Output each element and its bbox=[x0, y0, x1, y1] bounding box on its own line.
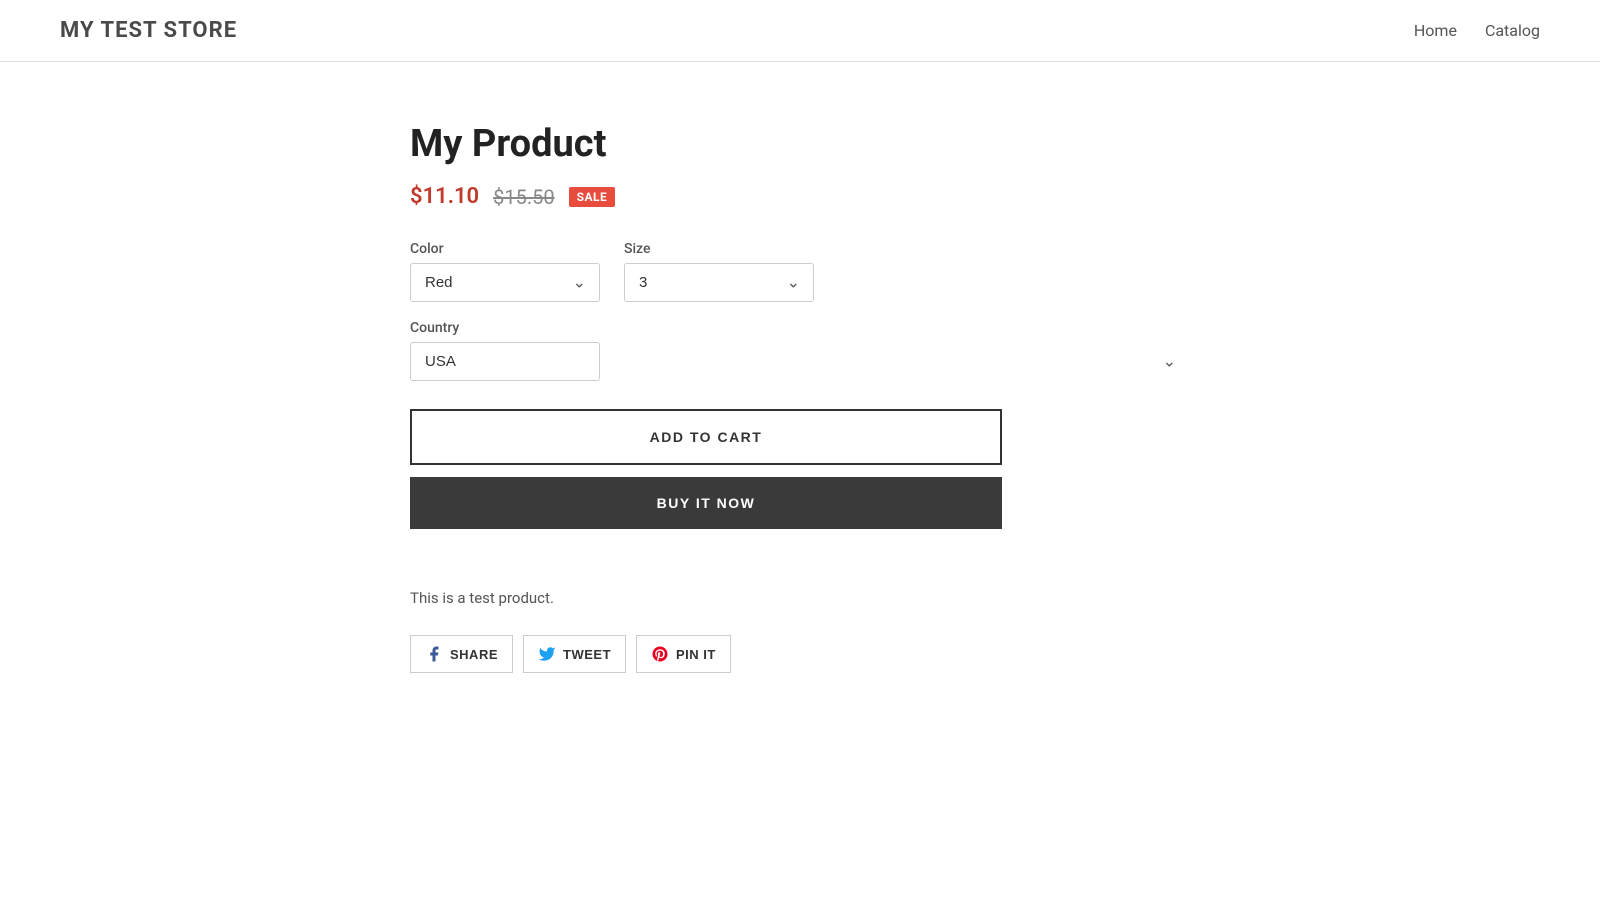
size-select-wrapper: 1 2 3 4 5 bbox=[624, 263, 814, 302]
color-option-group: Color Red Blue Green bbox=[410, 241, 600, 302]
product-description: This is a test product. bbox=[410, 589, 1190, 607]
pinterest-pin-button[interactable]: PIN IT bbox=[636, 635, 731, 673]
header: MY TEST STORE Home Catalog bbox=[0, 0, 1600, 62]
store-title: MY TEST STORE bbox=[60, 18, 237, 43]
social-share: SHARE TWEET PIN IT bbox=[410, 635, 1190, 673]
facebook-share-button[interactable]: SHARE bbox=[410, 635, 513, 673]
size-label: Size bbox=[624, 241, 814, 257]
twitter-icon bbox=[538, 645, 556, 663]
country-option-group: Country USA Canada UK Australia bbox=[410, 320, 1190, 381]
original-price: $15.50 bbox=[493, 185, 554, 209]
country-label: Country bbox=[410, 320, 1190, 336]
color-select[interactable]: Red Blue Green bbox=[410, 263, 600, 302]
color-label: Color bbox=[410, 241, 600, 257]
pinterest-pin-label: PIN IT bbox=[676, 647, 716, 662]
options-row-top: Color Red Blue Green Size 1 2 3 bbox=[410, 241, 1190, 302]
nav-catalog[interactable]: Catalog bbox=[1485, 21, 1540, 40]
facebook-icon bbox=[425, 645, 443, 663]
color-select-wrapper: Red Blue Green bbox=[410, 263, 600, 302]
main-content: My Product $11.10 $15.50 SALE Color Red … bbox=[350, 122, 1250, 673]
twitter-tweet-label: TWEET bbox=[563, 647, 611, 662]
price-row: $11.10 $15.50 SALE bbox=[410, 184, 1190, 209]
nav-home[interactable]: Home bbox=[1414, 21, 1457, 40]
options-section: Color Red Blue Green Size 1 2 3 bbox=[410, 241, 1190, 381]
country-select[interactable]: USA Canada UK Australia bbox=[410, 342, 600, 381]
pinterest-icon bbox=[651, 645, 669, 663]
product-title: My Product bbox=[410, 122, 1190, 166]
main-nav: Home Catalog bbox=[1414, 21, 1540, 40]
facebook-share-label: SHARE bbox=[450, 647, 498, 662]
buy-it-now-button[interactable]: BUY IT NOW bbox=[410, 477, 1002, 529]
sale-price: $11.10 bbox=[410, 184, 479, 209]
twitter-tweet-button[interactable]: TWEET bbox=[523, 635, 626, 673]
add-to-cart-button[interactable]: ADD TO CART bbox=[410, 409, 1002, 465]
sale-badge: SALE bbox=[569, 187, 616, 207]
country-select-wrapper: USA Canada UK Australia bbox=[410, 342, 1190, 381]
size-option-group: Size 1 2 3 4 5 bbox=[624, 241, 814, 302]
size-select[interactable]: 1 2 3 4 5 bbox=[624, 263, 814, 302]
